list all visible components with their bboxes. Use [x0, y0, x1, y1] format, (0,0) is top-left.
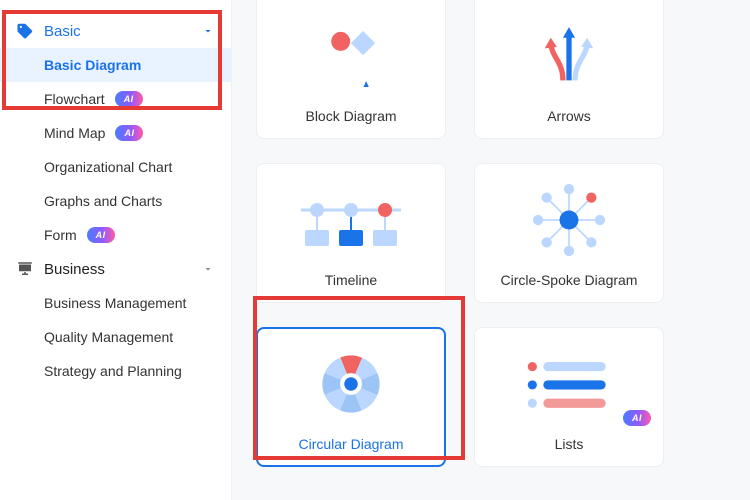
card-caption: Lists — [555, 436, 584, 452]
timeline-icon — [267, 174, 435, 266]
sidebar-group-business[interactable]: Business — [0, 252, 231, 286]
chevron-down-icon — [201, 24, 215, 38]
sidebar: Basic Basic Diagram Flowchart AI Mind Ma… — [0, 0, 232, 500]
sidebar-item-basic-diagram[interactable]: Basic Diagram — [0, 48, 231, 82]
sidebar-item-graphs-and-charts[interactable]: Graphs and Charts — [0, 184, 231, 218]
sidebar-item-label: Business Management — [44, 295, 186, 311]
block-diagram-icon — [267, 10, 435, 102]
sidebar-item-business-management[interactable]: Business Management — [0, 286, 231, 320]
sidebar-item-label: Graphs and Charts — [44, 193, 162, 209]
sidebar-item-label: Quality Management — [44, 329, 173, 345]
sidebar-item-quality-management[interactable]: Quality Management — [0, 320, 231, 354]
sidebar-item-label: Organizational Chart — [44, 159, 172, 175]
ai-badge: AI — [115, 91, 143, 107]
card-caption: Circle-Spoke Diagram — [501, 272, 638, 288]
sidebar-item-flowchart[interactable]: Flowchart AI — [0, 82, 231, 116]
card-circle-spoke-diagram[interactable]: Circle-Spoke Diagram — [474, 163, 664, 303]
sidebar-group-label: Business — [44, 261, 201, 278]
circle-spoke-icon — [485, 174, 653, 266]
circular-diagram-icon — [267, 338, 435, 430]
sidebar-item-label: Form — [44, 227, 77, 243]
sidebar-item-form[interactable]: Form AI — [0, 218, 231, 252]
card-caption: Circular Diagram — [298, 436, 403, 452]
sidebar-group-basic[interactable]: Basic — [0, 14, 231, 48]
template-gallery: Block Diagram Arrows — [232, 0, 750, 500]
sidebar-item-label: Mind Map — [44, 125, 105, 141]
sidebar-item-mind-map[interactable]: Mind Map AI — [0, 116, 231, 150]
tag-icon — [16, 22, 34, 40]
card-caption: Block Diagram — [305, 108, 396, 124]
sidebar-item-strategy-and-planning[interactable]: Strategy and Planning — [0, 354, 231, 388]
sidebar-item-organizational-chart[interactable]: Organizational Chart — [0, 150, 231, 184]
sidebar-item-label: Strategy and Planning — [44, 363, 182, 379]
chevron-down-icon — [201, 262, 215, 276]
ai-badge: AI — [623, 410, 651, 426]
sidebar-item-label: Flowchart — [44, 91, 105, 107]
sidebar-item-label: Basic Diagram — [44, 57, 141, 73]
card-lists[interactable]: AI Lists — [474, 327, 664, 467]
card-caption: Arrows — [547, 108, 591, 124]
card-block-diagram[interactable]: Block Diagram — [256, 0, 446, 139]
card-caption: Timeline — [325, 272, 377, 288]
arrows-icon — [485, 10, 653, 102]
ai-badge: AI — [87, 227, 115, 243]
sidebar-group-label: Basic — [44, 23, 201, 40]
presentation-icon — [16, 260, 34, 278]
card-timeline[interactable]: Timeline — [256, 163, 446, 303]
ai-badge: AI — [115, 125, 143, 141]
card-arrows[interactable]: Arrows — [474, 0, 664, 139]
card-circular-diagram[interactable]: Circular Diagram — [256, 327, 446, 467]
